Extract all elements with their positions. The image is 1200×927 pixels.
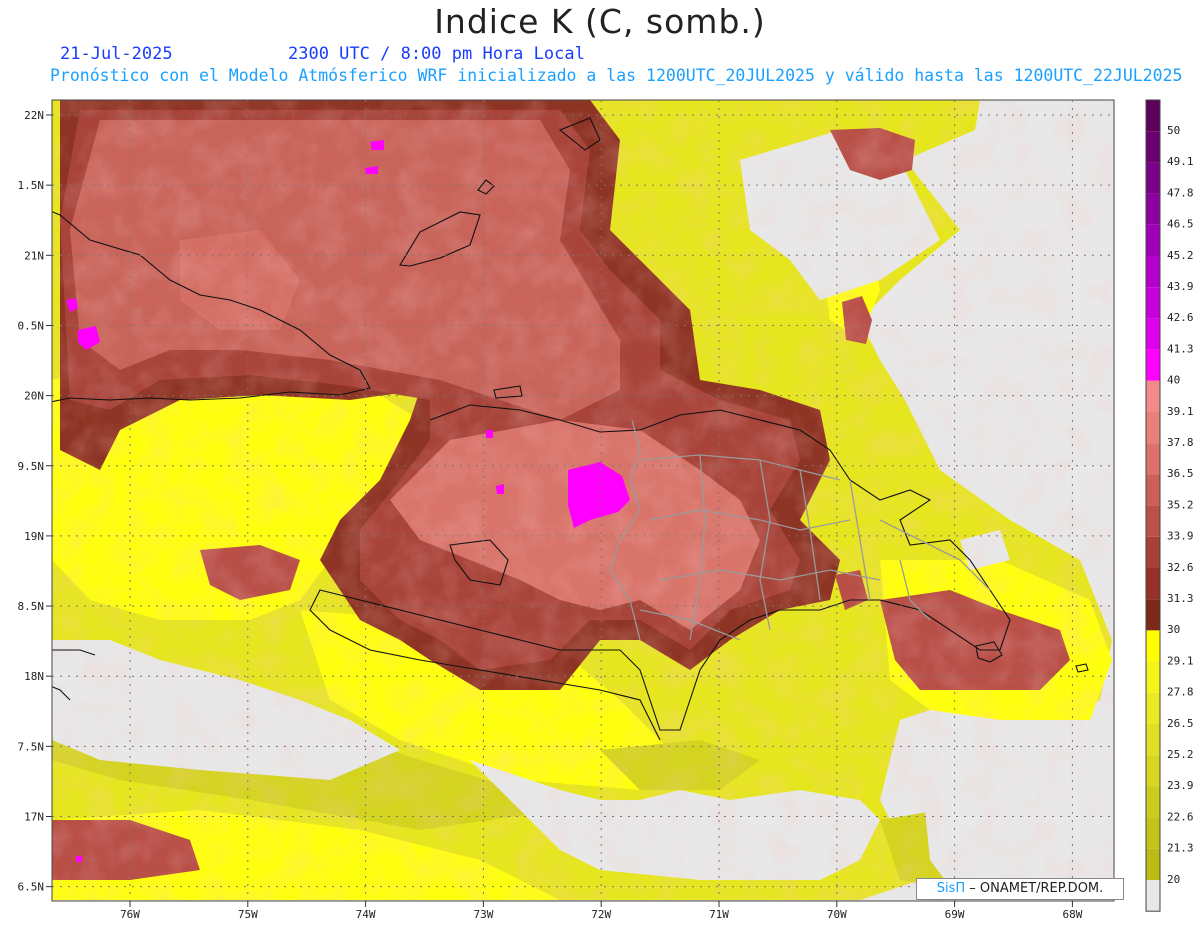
- colorbar-label: 25.2: [1167, 748, 1194, 761]
- colorbar-label: 23.9: [1167, 779, 1194, 792]
- credit-brand: SisΠ: [936, 881, 966, 896]
- lon-label: 68W: [1062, 908, 1082, 921]
- latitude-labels: 22N 1.5N 21N 0.5N 20N 9.5N 19N 8.5N 18N 7.5N 17N 6.…: [18, 109, 52, 894]
- colorbar-label: 37.8: [1167, 436, 1194, 449]
- colorbar-swatch: [1146, 193, 1160, 225]
- lat-label: 22N: [24, 109, 44, 122]
- colorbar-swatch: [1146, 692, 1160, 724]
- credit-text: – ONAMET/REP.DOM.: [965, 881, 1104, 896]
- colorbar-label: 21.3: [1167, 842, 1194, 855]
- colorbar-swatch: [1146, 349, 1160, 381]
- colorbar-label: 35.2: [1167, 498, 1194, 511]
- lon-label: 69W: [945, 908, 965, 921]
- colorbar-swatch: [1146, 568, 1160, 600]
- lat-label: 6.5N: [18, 881, 45, 894]
- colorbar-swatch: [1146, 256, 1160, 288]
- colorbar-swatch: [1146, 412, 1160, 444]
- colorbar-label: 22.6: [1167, 810, 1194, 823]
- colorbar-swatch: [1146, 755, 1160, 787]
- colorbar-swatch: [1146, 162, 1160, 194]
- colorbar-label: 29.1: [1167, 654, 1194, 667]
- colorbar-label: 26.5: [1167, 717, 1194, 730]
- colorbar-label: 45.2: [1167, 249, 1194, 262]
- colorbar-swatch: [1146, 443, 1160, 475]
- lat-label: 20N: [24, 390, 44, 403]
- colorbar-swatch: [1146, 661, 1160, 693]
- lat-label: 21N: [24, 249, 44, 262]
- colorbar-label: 43.9: [1167, 280, 1194, 293]
- colorbar-swatch: [1146, 380, 1160, 412]
- colorbar: 50 49.1 47.8 46.5 45.2 43.9 42.6 41.3 40 39.1 37.8…: [1145, 99, 1194, 912]
- colorbar-label: 33.9: [1167, 530, 1194, 543]
- lat-label: 0.5N: [18, 319, 45, 332]
- colorbar-swatch: [1146, 630, 1160, 662]
- lon-label: 71W: [709, 908, 729, 921]
- colorbar-label: 40: [1167, 374, 1180, 387]
- lat-label: 19N: [24, 530, 44, 543]
- colorbar-label: 46.5: [1167, 218, 1194, 231]
- longitude-labels: 76W 75W 74W 73W 72W 71W 70W 69W 68W: [120, 901, 1083, 921]
- lat-label: 17N: [24, 811, 44, 824]
- lon-label: 70W: [827, 908, 847, 921]
- colorbar-swatch: [1146, 474, 1160, 506]
- lon-label: 74W: [356, 908, 376, 921]
- lat-label: 18N: [24, 670, 44, 683]
- colorbar-label: 20: [1167, 873, 1180, 886]
- k-index-map: 22N 1.5N 21N 0.5N 20N 9.5N 19N 8.5N 18N 7.5N 17N 6.…: [18, 99, 1194, 921]
- lon-label: 75W: [238, 908, 258, 921]
- colorbar-label: 41.3: [1167, 342, 1194, 355]
- colorbar-label: 32.6: [1167, 561, 1194, 574]
- colorbar-swatch: [1146, 724, 1160, 756]
- colorbar-swatch: [1146, 848, 1160, 880]
- lat-label: 8.5N: [18, 600, 45, 613]
- colorbar-label: 39.1: [1167, 405, 1194, 418]
- colorbar-label: 27.8: [1167, 686, 1194, 699]
- lon-label: 72W: [591, 908, 611, 921]
- colorbar-label: 30: [1167, 623, 1180, 636]
- colorbar-swatch: [1146, 287, 1160, 319]
- colorbar-label: 47.8: [1167, 186, 1194, 199]
- colorbar-swatch: [1146, 131, 1160, 163]
- colorbar-swatch: [1146, 505, 1160, 537]
- colorbar-label: 50: [1167, 124, 1180, 137]
- colorbar-swatch: [1146, 599, 1160, 631]
- lat-label: 9.5N: [18, 460, 45, 473]
- colorbar-swatch: [1146, 786, 1160, 818]
- colorbar-swatch: [1146, 100, 1160, 132]
- lat-label: 7.5N: [18, 740, 45, 753]
- colorbar-label: 49.1: [1167, 155, 1194, 168]
- colorbar-swatch: [1146, 318, 1160, 350]
- colorbar-label: 36.5: [1167, 467, 1194, 480]
- colorbar-swatch: [1146, 880, 1160, 912]
- colorbar-swatch: [1146, 536, 1160, 568]
- plot-area: [52, 100, 1114, 901]
- colorbar-label: 31.3: [1167, 592, 1194, 605]
- colorbar-label: 42.6: [1167, 311, 1194, 324]
- colorbar-swatch: [1146, 224, 1160, 256]
- lat-label: 1.5N: [18, 179, 45, 192]
- lon-label: 73W: [473, 908, 493, 921]
- lon-label: 76W: [120, 908, 140, 921]
- credit-box: SisΠ – ONAMET/REP.DOM.: [916, 878, 1124, 900]
- colorbar-swatch: [1146, 817, 1160, 849]
